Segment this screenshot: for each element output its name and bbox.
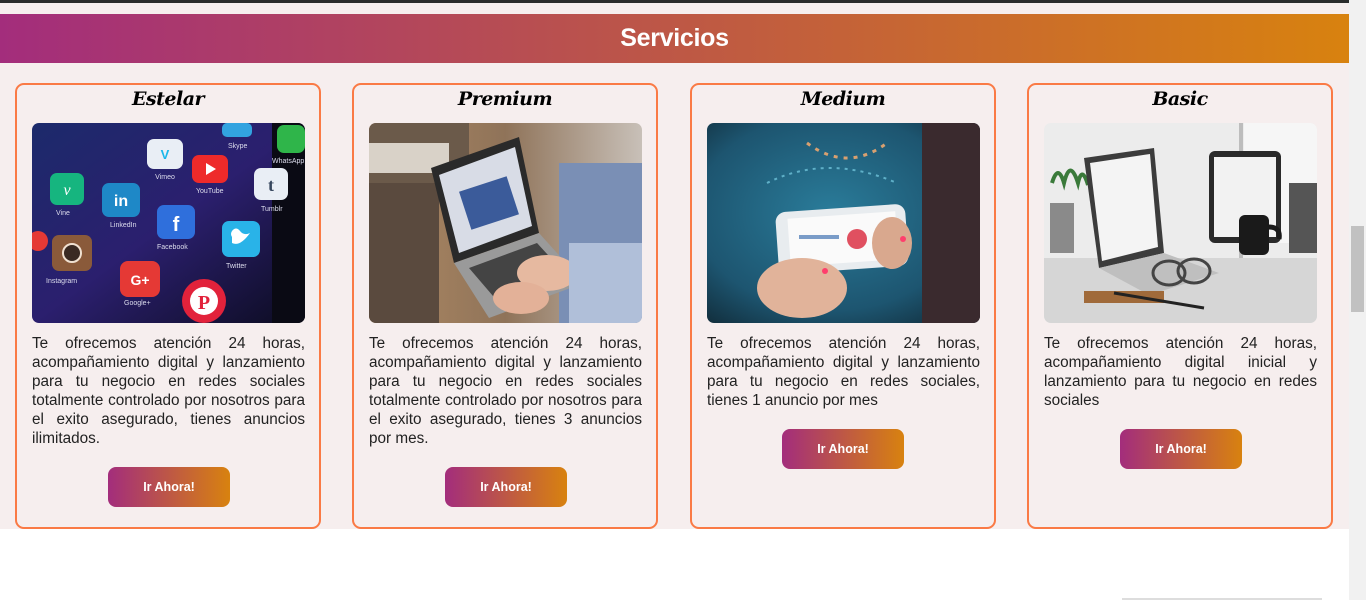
- page-title: Servicios: [620, 24, 729, 52]
- phone-social-apps-image: V Vimeo YouTube t Tumblr in LinkedIn f F…: [32, 123, 305, 323]
- svg-text:Facebook: Facebook: [157, 244, 188, 251]
- svg-text:Skype: Skype: [228, 143, 248, 150]
- svg-text:t: t: [268, 175, 274, 195]
- svg-text:Vimeo: Vimeo: [155, 174, 175, 181]
- go-now-button[interactable]: Ir Ahora!: [445, 467, 567, 507]
- plan-card-estelar: Estelar V Vimeo YouTube t Tumblr in Link…: [15, 83, 321, 529]
- plan-card-basic: Basic Te ofrecemos atención 24 horas, ac…: [1027, 83, 1333, 529]
- go-now-button[interactable]: Ir Ahora!: [1120, 429, 1242, 469]
- svg-text:P: P: [198, 292, 210, 314]
- top-spacer: [0, 3, 1349, 14]
- svg-text:Google+: Google+: [124, 300, 151, 307]
- card-title: Estelar: [131, 88, 205, 110]
- svg-text:Instagram: Instagram: [46, 278, 77, 285]
- card-title: Medium: [800, 88, 886, 110]
- laptop-tablet-desk-image: [1044, 123, 1317, 323]
- svg-text:Vine: Vine: [56, 210, 70, 217]
- scrollbar-thumb[interactable]: [1351, 226, 1364, 312]
- svg-text:V: V: [161, 147, 170, 162]
- card-description: Te ofrecemos atención 24 horas, acompaña…: [707, 335, 980, 409]
- laptop-typing-image: [369, 123, 642, 323]
- svg-text:Tumblr: Tumblr: [261, 206, 283, 213]
- card-description: Te ofrecemos atención 24 horas, acompaña…: [32, 335, 305, 447]
- svg-text:G+: G+: [130, 272, 149, 288]
- card-description: Te ofrecemos atención 24 horas, acompaña…: [369, 335, 642, 447]
- svg-text:in: in: [114, 193, 128, 210]
- svg-text:f: f: [173, 214, 180, 236]
- go-now-button[interactable]: Ir Ahora!: [108, 467, 230, 507]
- svg-text:v: v: [63, 182, 71, 199]
- go-now-button[interactable]: Ir Ahora!: [782, 429, 904, 469]
- card-title: Basic: [1152, 88, 1208, 110]
- svg-text:LinkedIn: LinkedIn: [110, 222, 137, 229]
- svg-text:YouTube: YouTube: [196, 188, 224, 195]
- card-description: Te ofrecemos atención 24 horas, acompaña…: [1044, 335, 1317, 409]
- svg-text:WhatsApp: WhatsApp: [272, 158, 304, 165]
- plan-card-premium: Premium Te ofrecemos atención 24 horas, …: [352, 83, 658, 529]
- services-header: Servicios: [0, 14, 1349, 63]
- hand-holding-phone-image: [707, 123, 980, 323]
- plan-card-medium: Medium Te ofrecemos atención 24 horas, a…: [690, 83, 996, 529]
- svg-text:Twitter: Twitter: [226, 263, 247, 270]
- card-title: Premium: [457, 88, 553, 110]
